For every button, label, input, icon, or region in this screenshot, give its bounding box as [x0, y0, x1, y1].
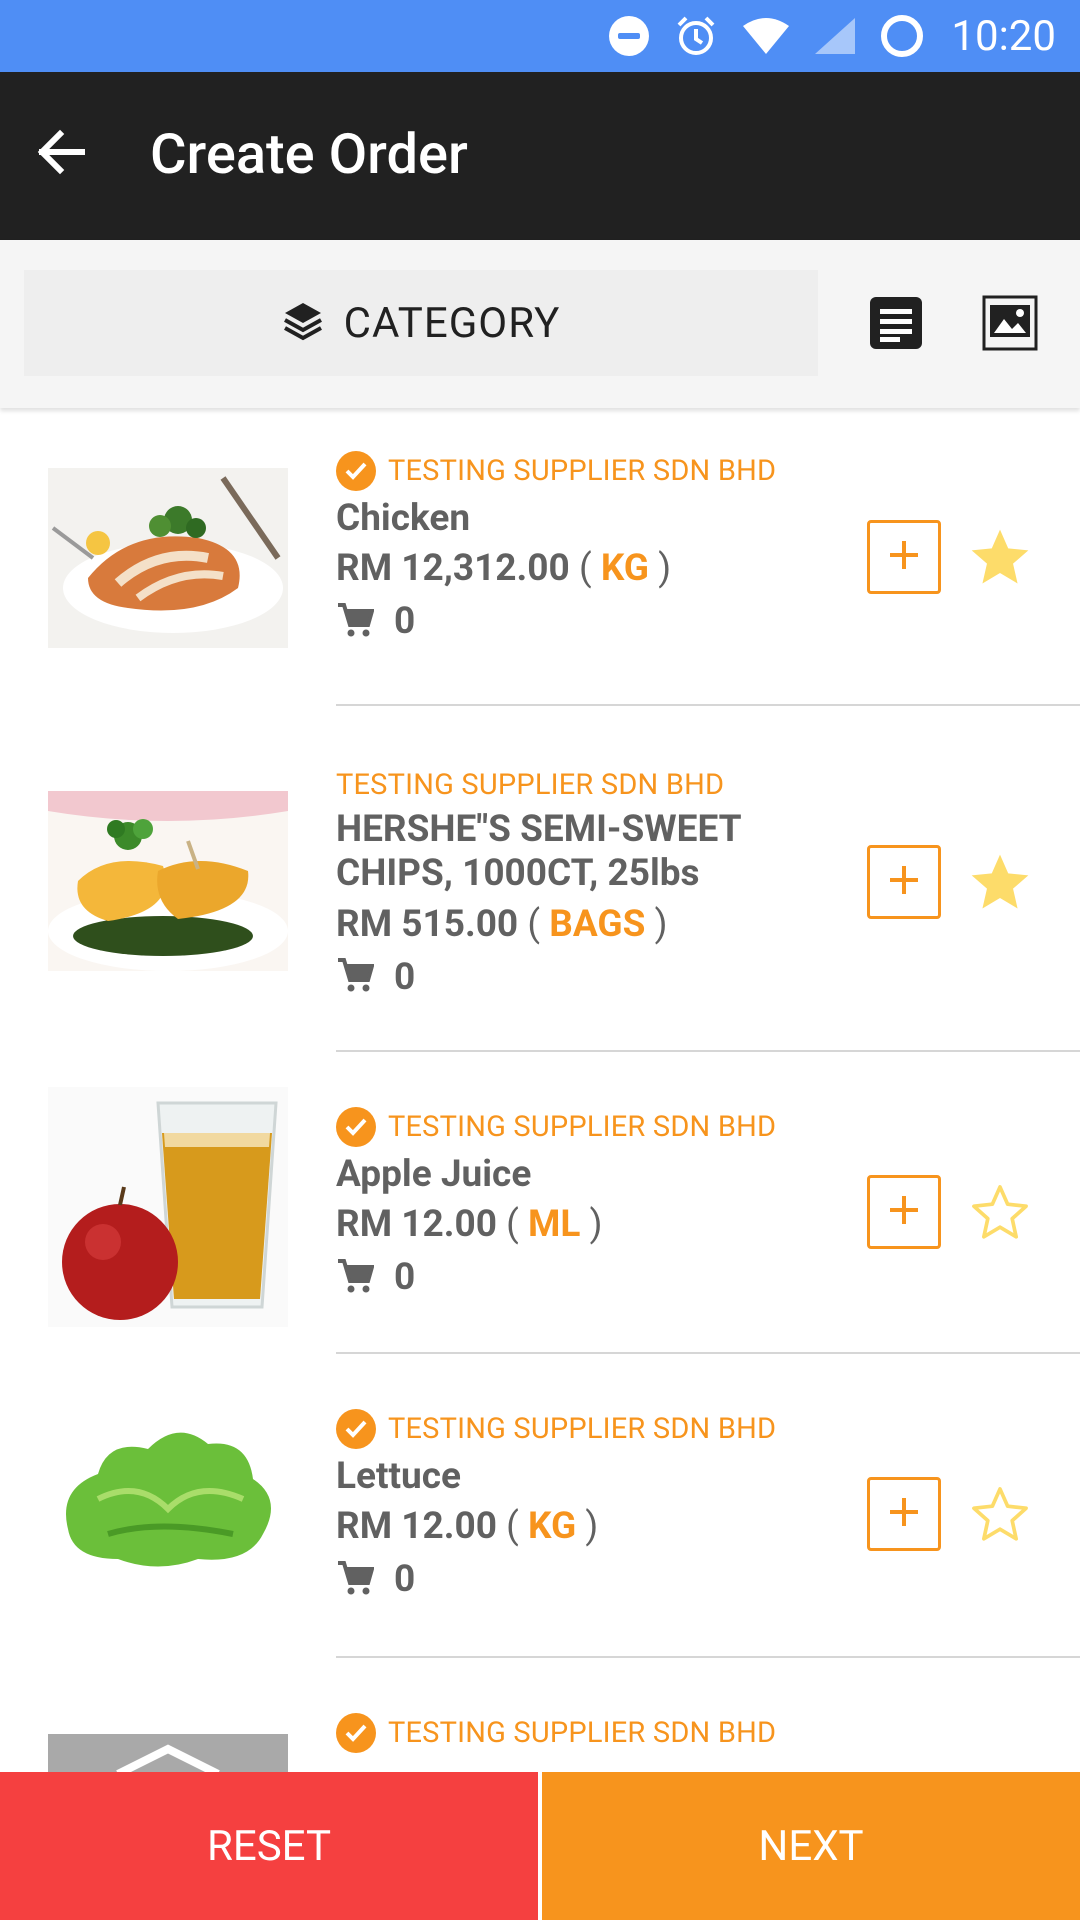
- list-item[interactable]: TESTING SUPPLIER SDN BHD Chicken RM 12,3…: [0, 408, 1080, 706]
- status-bar: 10:20: [0, 0, 1080, 72]
- next-button[interactable]: NEXT: [542, 1772, 1080, 1920]
- back-button[interactable]: [28, 122, 92, 186]
- arrow-back-icon: [34, 126, 86, 182]
- plus-icon: [887, 1495, 921, 1533]
- cart-quantity: 0: [336, 1558, 836, 1601]
- status-time: 10:20: [951, 11, 1056, 61]
- star-outline-icon: [966, 1487, 1034, 1553]
- price-unit: KG: [528, 1505, 577, 1549]
- product-info: TESTING SUPPLIER SDN BHD HERSHE"S SEMI-S…: [336, 768, 836, 999]
- reset-button[interactable]: RESET: [0, 1772, 538, 1920]
- star-filled-icon: [966, 854, 1034, 921]
- check-circle-icon: [336, 1713, 376, 1753]
- supplier-row: TESTING SUPPLIER SDN BHD: [336, 1107, 836, 1147]
- check-circle-icon: [336, 1107, 376, 1147]
- product-price: RM 12.00 ( ML ): [336, 1203, 603, 1247]
- favorite-button[interactable]: [966, 524, 1034, 592]
- cart-quantity: 0: [336, 600, 836, 643]
- quantity-value: 0: [394, 600, 416, 644]
- supplier-row: TESTING SUPPLIER SDN BHD: [336, 768, 836, 802]
- star-outline-icon: [966, 1185, 1034, 1251]
- supplier-row: TESTING SUPPLIER SDN BHD: [336, 1409, 836, 1449]
- layers-icon: [282, 300, 324, 346]
- product-name: Lettuce: [336, 1455, 462, 1498]
- price-unit: BAGS: [549, 902, 646, 946]
- battery-icon: [879, 13, 925, 59]
- plus-icon: [887, 538, 921, 576]
- quantity-value: 0: [394, 1256, 416, 1300]
- list-item[interactable]: TESTING SUPPLIER SDN BHD HERSHE"S SEMI-S…: [0, 706, 1080, 1052]
- wifi-icon: [741, 16, 791, 56]
- filter-toolbar: CATEGORY: [0, 240, 1080, 408]
- supplier-name: TESTING SUPPLIER SDN BHD: [388, 1412, 777, 1446]
- cart-quantity: 0: [336, 1256, 836, 1299]
- list-view-button[interactable]: [868, 295, 924, 351]
- star-filled-icon: [966, 529, 1034, 596]
- product-price: RM 515.00 ( BAGS ): [336, 902, 668, 946]
- page-title: Create Order: [150, 121, 468, 187]
- price-value: RM 12.00: [336, 1203, 497, 1247]
- status-icons: 10:20: [607, 0, 1056, 72]
- product-info: TESTING SUPPLIER SDN BHD Apple Juice RM …: [336, 1107, 836, 1299]
- cart-icon: [336, 1559, 375, 1601]
- product-info: TESTING SUPPLIER SDN BHD Chicken RM 12,3…: [336, 451, 836, 643]
- cart-quantity: 0: [336, 956, 836, 999]
- product-price: RM 12,312.00 ( KG ): [336, 547, 672, 591]
- check-circle-icon: [336, 451, 376, 491]
- cart-icon: [336, 1257, 375, 1299]
- supplier-name: TESTING SUPPLIER SDN BHD: [388, 1110, 777, 1144]
- bottom-action-bar: RESET NEXT: [0, 1772, 1080, 1920]
- do-not-disturb-icon: [607, 14, 651, 58]
- plus-icon: [887, 1193, 921, 1231]
- price-value: RM 12.00: [336, 1505, 497, 1549]
- product-name: Apple Juice: [336, 1153, 532, 1196]
- cart-icon: [336, 601, 375, 643]
- product-image: [48, 1087, 288, 1327]
- cell-signal-icon: [813, 16, 857, 56]
- category-label: CATEGORY: [343, 298, 561, 348]
- supplier-name: TESTING SUPPLIER SDN BHD: [336, 768, 725, 802]
- list-item[interactable]: TESTING SUPPLIER SDN BHD: [0, 1658, 1080, 1772]
- product-price: RM 12.00 ( KG ): [336, 1505, 599, 1549]
- product-image: [48, 791, 288, 971]
- price-value: RM 515.00: [336, 902, 519, 946]
- supplier-name: TESTING SUPPLIER SDN BHD: [388, 1716, 777, 1750]
- product-info: TESTING SUPPLIER SDN BHD Lettuce RM 12.0…: [336, 1409, 836, 1601]
- add-to-cart-button[interactable]: [867, 1175, 941, 1249]
- product-image: [48, 1399, 288, 1599]
- category-button[interactable]: CATEGORY: [24, 270, 818, 376]
- price-value: RM 12,312.00: [336, 547, 570, 591]
- supplier-row: TESTING SUPPLIER SDN BHD: [336, 1713, 836, 1753]
- supplier-name: TESTING SUPPLIER SDN BHD: [388, 454, 777, 488]
- product-list[interactable]: TESTING SUPPLIER SDN BHD Chicken RM 12,3…: [0, 408, 1080, 1772]
- supplier-row: TESTING SUPPLIER SDN BHD: [336, 451, 836, 491]
- quantity-value: 0: [394, 1558, 416, 1602]
- image-view-icon: [982, 295, 1038, 355]
- list-item[interactable]: TESTING SUPPLIER SDN BHD Apple Juice RM …: [0, 1052, 1080, 1354]
- add-to-cart-button[interactable]: [867, 520, 941, 594]
- price-unit: KG: [600, 547, 649, 591]
- cart-icon: [336, 956, 375, 998]
- image-view-button[interactable]: [982, 295, 1038, 351]
- price-unit: ML: [528, 1203, 581, 1247]
- favorite-button[interactable]: [966, 1179, 1034, 1247]
- quantity-value: 0: [394, 955, 416, 999]
- favorite-button[interactable]: [966, 1481, 1034, 1549]
- check-circle-icon: [336, 1409, 376, 1449]
- alarm-icon: [673, 13, 719, 59]
- product-image: [48, 468, 288, 648]
- add-to-cart-button[interactable]: [867, 1477, 941, 1551]
- plus-icon: [887, 863, 921, 901]
- product-name: HERSHE"S SEMI-SWEET CHIPS, 1000CT, 25lbs: [336, 808, 741, 896]
- favorite-button[interactable]: [966, 849, 1034, 917]
- list-view-icon: [868, 297, 924, 355]
- product-name: Chicken: [336, 497, 471, 540]
- app-bar: Create Order: [0, 72, 1080, 240]
- product-image-placeholder: [48, 1734, 288, 1772]
- add-to-cart-button[interactable]: [867, 845, 941, 919]
- product-info: TESTING SUPPLIER SDN BHD: [336, 1713, 836, 1753]
- list-item[interactable]: TESTING SUPPLIER SDN BHD Lettuce RM 12.0…: [0, 1354, 1080, 1658]
